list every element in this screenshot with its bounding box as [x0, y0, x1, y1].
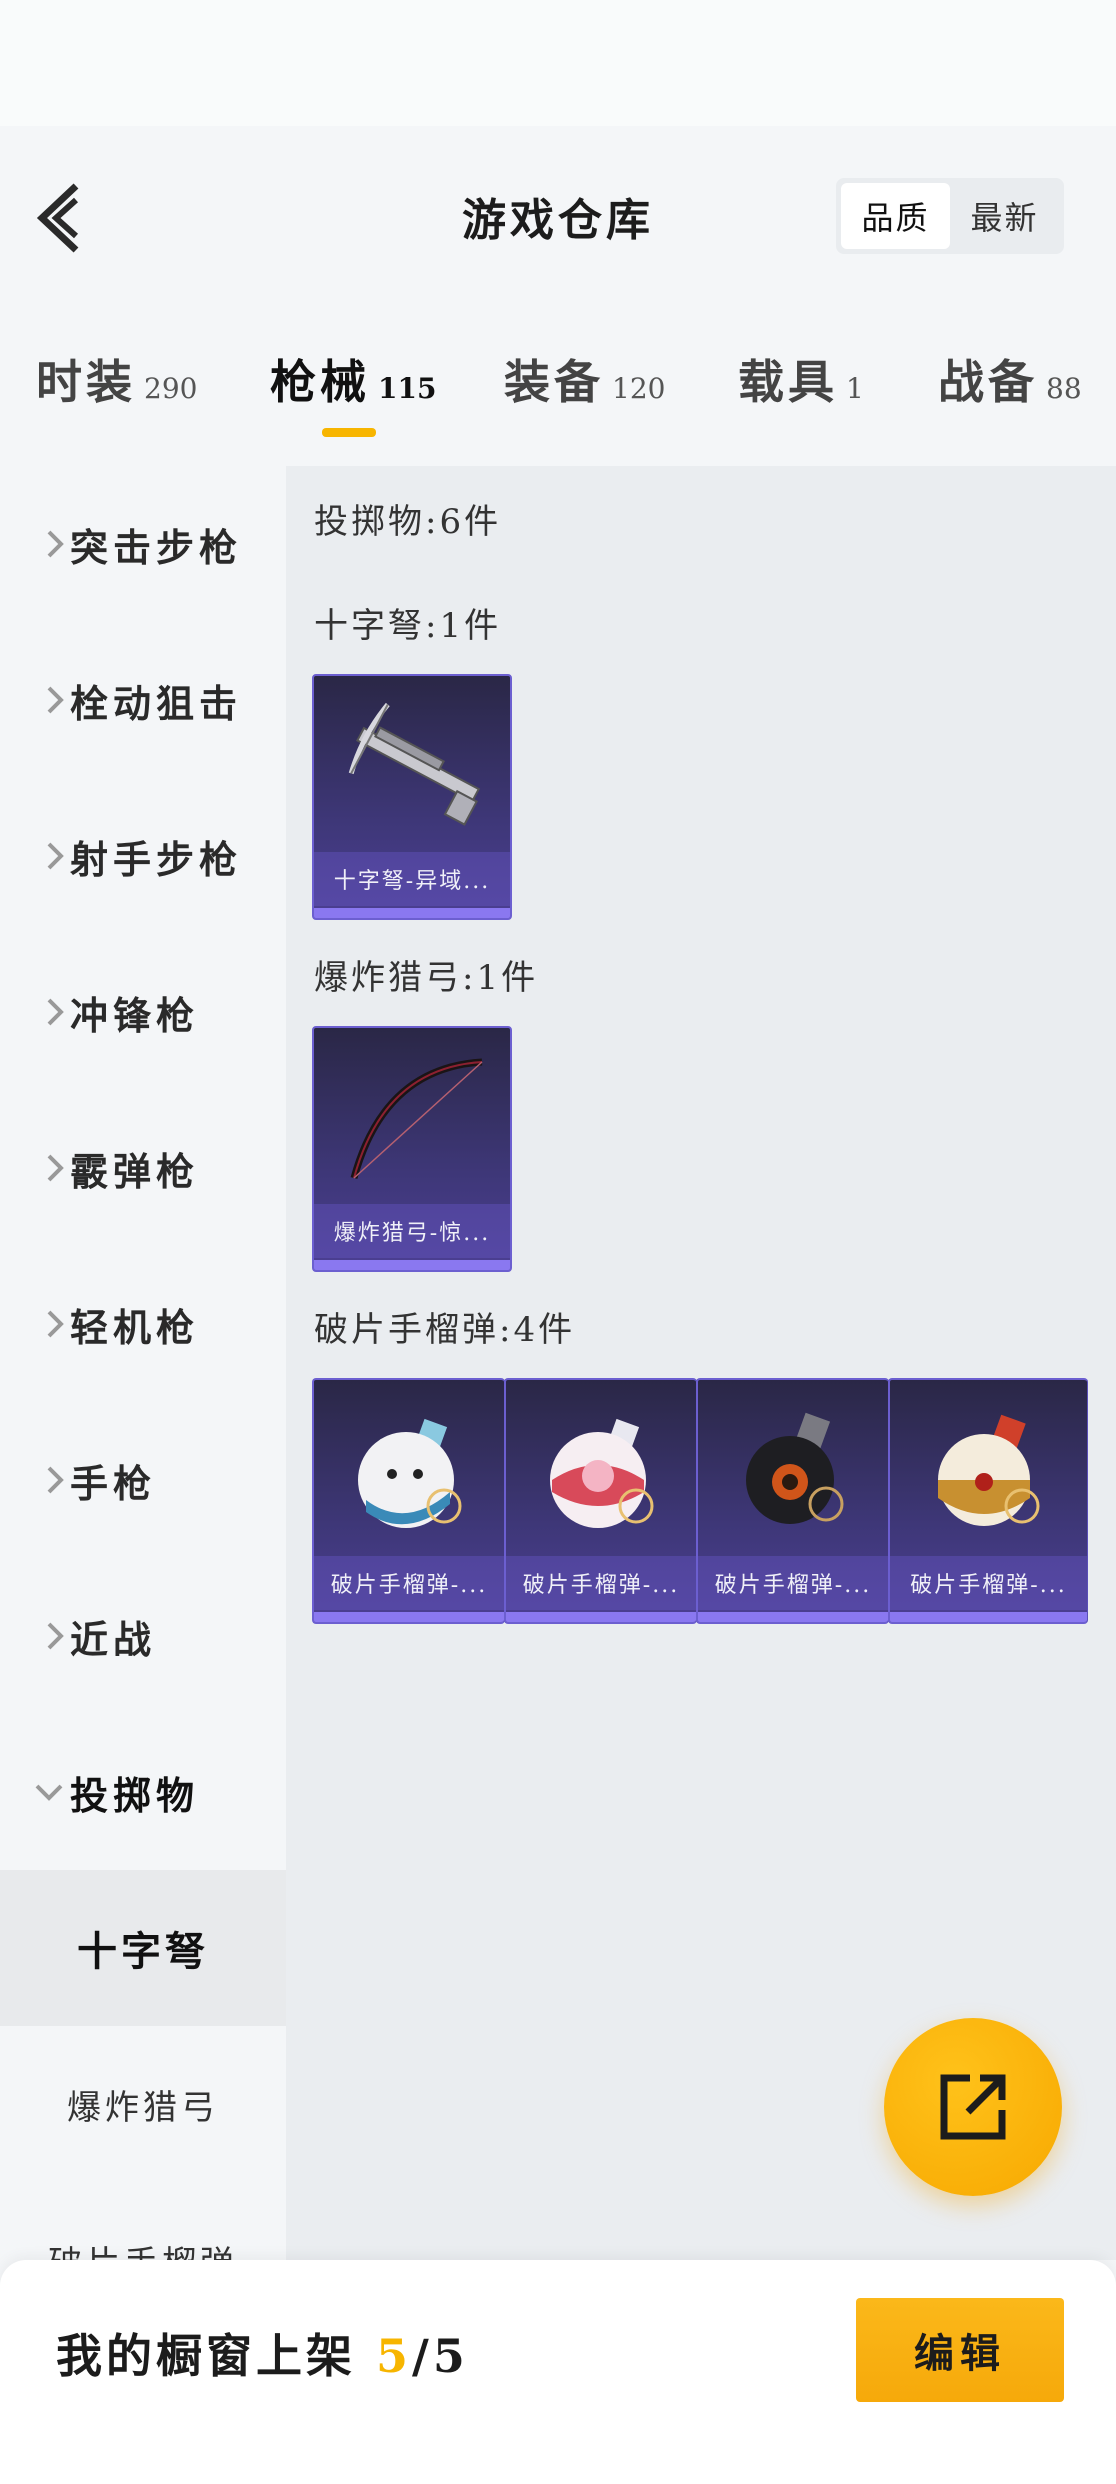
tab-label: 载具 — [738, 355, 838, 409]
chevron-right-icon — [0, 1558, 70, 1714]
chevron-right-icon — [0, 1246, 70, 1402]
sidebar-subitem-crossbow[interactable]: 十字弩 — [0, 1870, 286, 2026]
tab-vehicles[interactable]: 载具 1 — [738, 346, 864, 412]
rarity-bar — [314, 1612, 504, 1622]
sidebar-item-throwables[interactable]: 投掷物 — [0, 1714, 286, 1870]
chevron-right-icon — [0, 1090, 70, 1246]
share-icon — [940, 2074, 1006, 2140]
grenade-white-icon — [314, 1380, 504, 1560]
item-card-label: 破片手榴弹-... — [314, 1556, 504, 1610]
item-card-label: 十字弩-异域... — [314, 852, 510, 906]
tab-firearms[interactable]: 枪械 115 — [270, 346, 436, 412]
sidebar-item-bolt-sniper[interactable]: 栓动狙击 — [0, 622, 286, 778]
sidebar-item-marksman-rifle[interactable]: 射手步枪 — [0, 778, 286, 934]
tab-label: 时装 — [36, 355, 136, 409]
item-card-label: 破片手榴弹-... — [890, 1556, 1087, 1610]
section-title-crossbow: 十字弩:1件 — [314, 606, 502, 646]
sidebar-subitem-frag-grenade[interactable]: 破片手榴弹 — [0, 2182, 286, 2261]
status-bar — [0, 0, 1116, 126]
item-card-label: 破片手榴弹-... — [506, 1556, 696, 1610]
sidebar-item-label: 突击步枪 — [70, 524, 243, 570]
showcase-separator: / — [412, 2329, 433, 2383]
section-title-frag-grenade: 破片手榴弹:4件 — [314, 1310, 576, 1350]
sidebar-item-lmg[interactable]: 轻机枪 — [0, 1246, 286, 1402]
showcase-footer: 我的橱窗上架 5/5 编辑 — [0, 2260, 1116, 2484]
rarity-bar — [890, 1612, 1087, 1622]
chevron-down-icon — [0, 1714, 70, 1870]
grenade-gold-icon — [890, 1380, 1087, 1560]
tab-count: 115 — [378, 372, 437, 405]
item-card-grenade-2[interactable]: 破片手榴弹-... — [504, 1378, 697, 1624]
tab-label: 战备 — [938, 355, 1038, 409]
sidebar-item-label: 轻机枪 — [70, 1304, 200, 1350]
sidebar-item-label: 手枪 — [70, 1460, 157, 1506]
item-card-explosive-bow[interactable]: 爆炸猎弓-惊... — [312, 1026, 512, 1272]
sidebar-item-assault-rifle[interactable]: 突击步枪 — [0, 466, 286, 622]
rarity-bar — [698, 1612, 888, 1622]
showcase-current: 5 — [376, 2329, 413, 2383]
header: 游戏仓库 品质 最新 — [0, 126, 1116, 306]
grenade-black-icon — [698, 1380, 888, 1560]
rarity-bar — [314, 1260, 510, 1270]
sidebar-item-smg[interactable]: 冲锋枪 — [0, 934, 286, 1090]
bow-icon — [314, 1028, 510, 1208]
tab-count: 1 — [846, 372, 864, 405]
tab-equipment[interactable]: 装备 120 — [504, 346, 665, 412]
chevron-right-icon — [0, 934, 70, 1090]
active-tab-indicator — [322, 428, 376, 437]
sidebar-item-pistol[interactable]: 手枪 — [0, 1402, 286, 1558]
showcase-prefix: 我的橱窗上架 — [56, 2329, 377, 2383]
sort-option-latest[interactable]: 最新 — [950, 183, 1059, 249]
chevron-right-icon — [0, 622, 70, 778]
item-card-label: 爆炸猎弓-惊... — [314, 1204, 510, 1258]
sidebar-item-label: 栓动狙击 — [70, 680, 243, 726]
tab-count: 88 — [1046, 372, 1082, 405]
tab-supplies[interactable]: 战备 88 — [938, 346, 1082, 412]
throwables-summary: 投掷物:6件 — [314, 502, 502, 542]
item-card-label: 破片手榴弹-... — [698, 1556, 888, 1610]
grenade-pink-icon — [506, 1380, 696, 1560]
item-card-crossbow[interactable]: 十字弩-异域... — [312, 674, 512, 920]
rarity-bar — [506, 1612, 696, 1622]
sidebar-item-label: 射手步枪 — [70, 836, 243, 882]
share-button[interactable] — [884, 2018, 1062, 2196]
item-card-grenade-3[interactable]: 破片手榴弹-... — [696, 1378, 889, 1624]
sidebar-item-label: 冲锋枪 — [70, 992, 200, 1038]
item-card-grenade-1[interactable]: 破片手榴弹-... — [312, 1378, 505, 1624]
item-grid: 投掷物:6件 十字弩:1件 十字弩-异域... 爆炸猎弓:1件 爆炸猎弓-惊..… — [286, 466, 1116, 2260]
sidebar-item-label: 近战 — [70, 1616, 157, 1662]
showcase-total: 5 — [432, 2329, 469, 2383]
sidebar-subitem-explosive-bow[interactable]: 爆炸猎弓 — [0, 2026, 286, 2182]
showcase-status: 我的橱窗上架 5/5 — [56, 2320, 469, 2386]
chevron-right-icon — [0, 466, 70, 622]
category-tabs: 时装 290 枪械 115 装备 120 载具 1 战备 88 — [0, 306, 1116, 466]
tab-label: 装备 — [504, 355, 604, 409]
item-card-grenade-4[interactable]: 破片手榴弹-... — [888, 1378, 1088, 1624]
rarity-bar — [314, 908, 510, 918]
sidebar-item-label: 霰弹枪 — [70, 1148, 200, 1194]
tab-count: 120 — [612, 372, 666, 405]
sidebar-item-shotgun[interactable]: 霰弹枪 — [0, 1090, 286, 1246]
crossbow-icon — [314, 676, 510, 856]
section-title-explosive-bow: 爆炸猎弓:1件 — [314, 958, 539, 998]
tab-count: 290 — [144, 372, 198, 405]
chevron-right-icon — [0, 778, 70, 934]
sidebar-item-melee[interactable]: 近战 — [0, 1558, 286, 1714]
sidebar: 突击步枪 栓动狙击 射手步枪 冲锋枪 霰弹枪 轻机枪 手枪 近战 投掷物 十字弩… — [0, 466, 286, 2260]
sidebar-item-label: 投掷物 — [70, 1772, 200, 1818]
chevron-right-icon — [0, 1402, 70, 1558]
tab-label: 枪械 — [270, 355, 370, 409]
sort-toggle: 品质 最新 — [836, 178, 1064, 254]
sort-option-quality[interactable]: 品质 — [841, 183, 950, 249]
tab-fashion[interactable]: 时装 290 — [36, 346, 197, 412]
edit-button[interactable]: 编辑 — [856, 2298, 1064, 2402]
